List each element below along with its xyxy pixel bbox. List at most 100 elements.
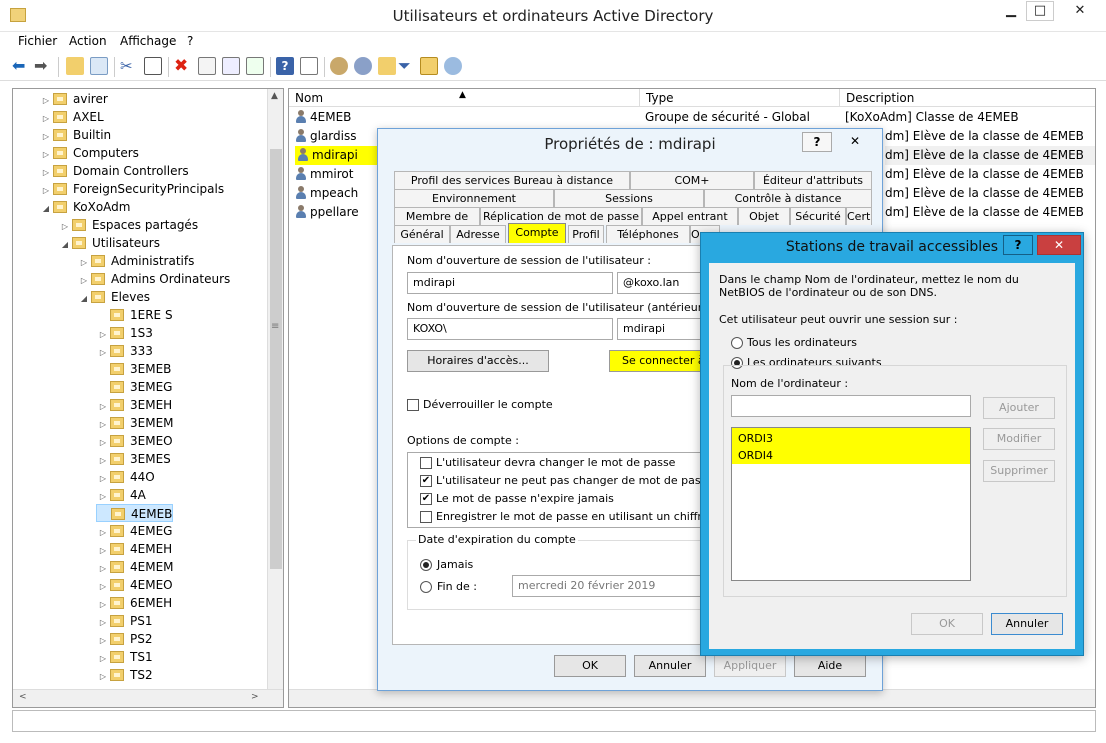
tree-item[interactable]: ▷ Domain Controllers: [39, 162, 189, 180]
tree-hscrollbar[interactable]: < >: [13, 689, 283, 707]
tab-sessions[interactable]: Sessions: [554, 189, 704, 207]
logon-hours-button[interactable]: Horaires d'accès...: [407, 350, 549, 372]
column-header-name[interactable]: Nom ▲: [289, 89, 640, 107]
account-option-checkbox[interactable]: [420, 511, 432, 523]
tree-item[interactable]: ▷ Admins Ordinateurs: [77, 270, 230, 288]
tab-dial-in[interactable]: Appel entrant: [642, 207, 738, 225]
tree-item[interactable]: ▷ 3EMES: [96, 450, 171, 468]
tab-general[interactable]: Général: [394, 225, 450, 243]
tree-item[interactable]: ▷ 333: [96, 342, 153, 360]
list-row-name[interactable]: mdirapi: [295, 146, 380, 165]
tab-remote-control[interactable]: Contrôle à distance: [704, 189, 872, 207]
cancel-button[interactable]: Annuler: [634, 655, 706, 677]
tree-item[interactable]: ◢ Utilisateurs: [58, 234, 160, 252]
tree-item[interactable]: 4EMEB: [96, 504, 174, 522]
refresh-icon[interactable]: [222, 57, 240, 75]
apply-button[interactable]: Appliquer: [714, 655, 786, 677]
all-computers-radio[interactable]: [731, 337, 743, 349]
stations-close-button[interactable]: ✕: [1037, 235, 1081, 255]
collapse-arrow-icon[interactable]: ◢: [39, 200, 53, 218]
tree-item[interactable]: ▷ TS1: [96, 648, 153, 666]
tree-item[interactable]: ▷ 4EMEM: [96, 558, 174, 576]
tree-item[interactable]: ▷ 6EMEH: [96, 594, 172, 612]
properties-icon[interactable]: [198, 57, 216, 75]
tree-scroll-thumb[interactable]: [270, 149, 282, 569]
account-option-checkbox[interactable]: [420, 457, 432, 469]
computer-list-item[interactable]: ORDI4: [738, 449, 773, 462]
tab-attribute-editor[interactable]: Éditeur d'attributs: [754, 171, 872, 189]
list-row-name[interactable]: ppellare: [295, 203, 359, 222]
tree-item[interactable]: ▷ AXEL: [39, 108, 104, 126]
collapse-arrow-icon[interactable]: ◢: [77, 290, 91, 308]
tree-item[interactable]: ▷ 4EMEG: [96, 522, 173, 540]
expand-arrow-icon[interactable]: ▷: [96, 668, 110, 686]
tree-item[interactable]: ▷ 3EMEH: [96, 396, 172, 414]
export-icon[interactable]: [246, 57, 264, 75]
up-folder-icon[interactable]: [66, 57, 84, 75]
tree-item[interactable]: ▷ Espaces partagés: [58, 216, 198, 234]
add-button[interactable]: Ajouter: [983, 397, 1055, 419]
tree-item[interactable]: ▷ 4EMEH: [96, 540, 172, 558]
expiry-date-field[interactable]: mercredi 20 février 2019: [512, 575, 706, 597]
tab-address[interactable]: Adresse: [450, 225, 506, 243]
tree-pane[interactable]: ▷ avirer ▷ AXEL ▷ Builtin ▷ Computers ▷ Domain Co…: [12, 88, 284, 708]
expiry-end-radio[interactable]: [420, 581, 432, 593]
computer-list-item[interactable]: ORDI3: [738, 432, 773, 445]
tab-published-certificates[interactable]: Certificats publiés: [846, 207, 872, 225]
tab-environment[interactable]: Environnement: [394, 189, 554, 207]
tab-object[interactable]: Objet: [738, 207, 790, 225]
stations-cancel-button[interactable]: Annuler: [991, 613, 1063, 635]
tree-item[interactable]: ▷ Administratifs: [77, 252, 194, 270]
ok-button[interactable]: OK: [554, 655, 626, 677]
tree-item[interactable]: 1ERE S: [96, 306, 173, 324]
help-button[interactable]: Aide: [794, 655, 866, 677]
close-button[interactable]: ✕: [1060, 0, 1100, 22]
tree-item[interactable]: ▷ PS1: [96, 612, 153, 630]
tree-item[interactable]: 3EMEB: [96, 360, 171, 378]
tab-com[interactable]: COM+: [630, 171, 754, 189]
column-header-description[interactable]: Description: [840, 89, 1095, 107]
logon-pre2000-domain-field[interactable]: KOXO\: [407, 318, 613, 340]
collapse-arrow-icon[interactable]: ◢: [58, 236, 72, 254]
properties-close-button[interactable]: ✕: [840, 132, 870, 152]
tree-item[interactable]: ▷ 1S3: [96, 324, 153, 342]
list-row-name[interactable]: glardiss: [295, 127, 356, 146]
filter-icon[interactable]: ⏷: [398, 57, 416, 75]
column-header-type[interactable]: Type: [640, 89, 840, 107]
account-options-list[interactable]: L'utilisateur devra changer le mot de pa…: [407, 452, 707, 528]
new-user-icon[interactable]: [330, 57, 348, 75]
stations-ok-button[interactable]: OK: [911, 613, 983, 635]
help-icon[interactable]: ?: [276, 57, 294, 75]
tab-member-of[interactable]: Membre de: [394, 207, 480, 225]
tree-item[interactable]: ▷ 4EMEO: [96, 576, 173, 594]
menu-affichage[interactable]: Affichage: [120, 34, 176, 48]
menu-action[interactable]: Action: [69, 34, 107, 48]
tab-profile[interactable]: Profil: [568, 225, 604, 243]
list-row-name[interactable]: mpeach: [295, 184, 358, 203]
menu-help[interactable]: ?: [187, 34, 193, 48]
find-icon[interactable]: [420, 57, 438, 75]
computer-name-input[interactable]: [731, 395, 971, 417]
tree-item[interactable]: 3EMEG: [96, 378, 172, 396]
tree-item[interactable]: ◢ KoXoAdm: [39, 198, 131, 218]
tree-item[interactable]: ▷ 3EMEM: [96, 414, 174, 432]
back-icon[interactable]: ⬅: [12, 57, 30, 75]
new-group-icon[interactable]: [354, 57, 372, 75]
account-option-checkbox[interactable]: ✔: [420, 475, 432, 487]
computers-list[interactable]: ORDI3 ORDI4: [731, 427, 971, 581]
tree-item[interactable]: ▷ 4A: [96, 486, 146, 504]
expiry-never-radio[interactable]: [420, 559, 432, 571]
tab-remote-desktop-profile[interactable]: Profil des services Bureau à distance: [394, 171, 630, 189]
unlock-account-checkbox[interactable]: [407, 399, 419, 411]
forward-icon[interactable]: ➡: [34, 57, 52, 75]
copy-icon[interactable]: [144, 57, 162, 75]
remove-button[interactable]: Supprimer: [983, 460, 1055, 482]
modify-button[interactable]: Modifier: [983, 428, 1055, 450]
tab-phones[interactable]: Téléphones: [606, 225, 690, 243]
tree-item[interactable]: ◢ Eleves: [77, 288, 150, 306]
delete-icon[interactable]: ✖: [174, 57, 192, 75]
view-icon[interactable]: [300, 57, 318, 75]
minimize-button[interactable]: ▁: [996, 0, 1026, 22]
tree-item[interactable]: ▷ TS2: [96, 666, 153, 684]
tree-item[interactable]: ▷ ForeignSecurityPrincipals: [39, 180, 224, 198]
